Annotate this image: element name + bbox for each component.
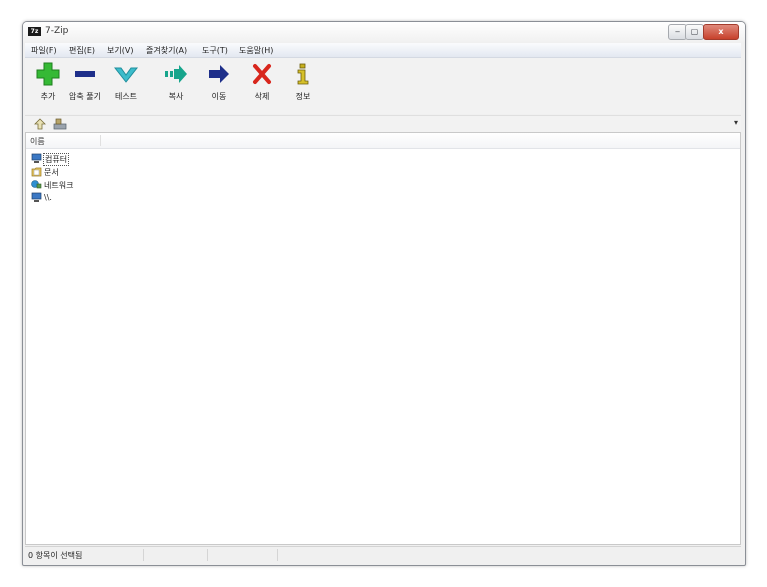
status-divider xyxy=(207,549,208,561)
copy-label: 복사 xyxy=(168,92,184,101)
status-divider xyxy=(277,549,278,561)
move-label: 이동 xyxy=(211,92,227,101)
menu-favorites[interactable]: 즐겨찾기(A) xyxy=(146,45,187,56)
status-bar: 0 항목이 선택됨 xyxy=(25,546,741,563)
item-name: \\. xyxy=(44,193,52,202)
extract-icon xyxy=(75,71,95,77)
address-dropdown-arrow-icon[interactable]: ▾ xyxy=(734,118,738,127)
device-icon xyxy=(31,192,42,202)
item-name: 컴퓨터 xyxy=(42,153,70,166)
item-name: 문서 xyxy=(44,168,59,177)
menu-view[interactable]: 보기(V) xyxy=(107,45,133,56)
menu-file[interactable]: 파일(F) xyxy=(31,45,57,56)
close-button[interactable]: x xyxy=(703,24,739,40)
menu-help[interactable]: 도움말(H) xyxy=(239,45,273,56)
column-divider[interactable] xyxy=(100,135,101,146)
delete-button[interactable]: 삭제 xyxy=(245,60,279,112)
status-text: 0 항목이 선택됨 xyxy=(28,551,83,560)
copy-icon xyxy=(165,65,187,83)
add-button[interactable]: 추가 xyxy=(31,60,65,112)
title-bar[interactable]: 7z 7-Zip ‒ ▢ x xyxy=(23,22,745,42)
7zip-logo-icon: 7z xyxy=(28,27,41,36)
address-bar[interactable]: ▾ xyxy=(25,115,741,133)
move-icon xyxy=(209,65,229,83)
copy-button[interactable]: 복사 xyxy=(159,60,193,112)
file-list[interactable]: 이름 컴퓨터 문서 네트워크 \\. xyxy=(25,132,741,545)
up-folder-icon[interactable] xyxy=(34,118,46,130)
app-window: 7z 7-Zip ‒ ▢ x 파일(F) 편집(E) 보기(V) 즐겨찾기(A)… xyxy=(22,21,746,566)
extract-button[interactable]: 압축 풀기 xyxy=(68,60,102,112)
info-icon xyxy=(297,63,309,85)
toolbar: 추가 압축 풀기 테스트 복사 이동 삭제 정보 xyxy=(25,58,741,114)
documents-folder-icon xyxy=(31,167,42,177)
add-icon xyxy=(36,62,60,86)
test-label: 테스트 xyxy=(114,92,138,101)
computer-icon xyxy=(31,153,42,163)
extract-label: 압축 풀기 xyxy=(69,92,101,101)
menu-tools[interactable]: 도구(T) xyxy=(202,45,228,56)
move-button[interactable]: 이동 xyxy=(202,60,236,112)
delete-icon xyxy=(253,64,271,84)
status-divider xyxy=(143,549,144,561)
window-title: 7-Zip xyxy=(45,26,69,36)
column-name-label: 이름 xyxy=(30,137,45,146)
test-button[interactable]: 테스트 xyxy=(109,60,143,112)
test-icon xyxy=(113,67,139,83)
menu-bar: 파일(F) 편집(E) 보기(V) 즐겨찾기(A) 도구(T) 도움말(H) xyxy=(25,43,741,58)
column-header-name[interactable]: 이름 xyxy=(26,133,740,149)
maximize-button[interactable]: ▢ xyxy=(685,24,704,40)
menu-edit[interactable]: 편집(E) xyxy=(69,45,95,56)
delete-label: 삭제 xyxy=(254,92,270,101)
info-button[interactable]: 정보 xyxy=(286,60,320,112)
network-icon xyxy=(31,180,42,189)
info-label: 정보 xyxy=(295,92,311,101)
item-name: 네트워크 xyxy=(44,181,74,190)
drive-icon xyxy=(53,118,67,130)
